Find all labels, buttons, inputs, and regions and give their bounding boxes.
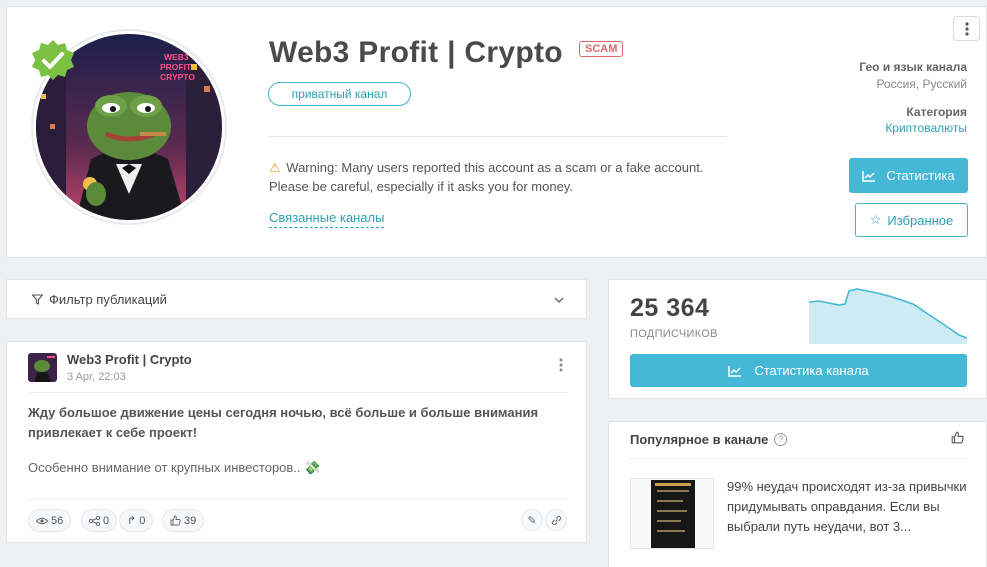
kebab-icon bbox=[964, 22, 969, 36]
forwards-counter[interactable]: ↱ 0 bbox=[119, 509, 154, 532]
category-label: Категория bbox=[906, 105, 967, 119]
post-author[interactable]: Web3 Profit | Crypto bbox=[67, 352, 192, 367]
post-options-button[interactable] bbox=[559, 358, 563, 372]
shares-count: 0 bbox=[103, 514, 110, 527]
favorite-button-label: Избранное bbox=[887, 212, 954, 228]
forward-icon: ↱ bbox=[127, 515, 137, 527]
pencil-icon: ✎ bbox=[527, 514, 537, 527]
warning-line-2: Please be careful, especially if it asks… bbox=[269, 179, 573, 194]
channel-title: Web3 Profit | Crypto bbox=[269, 36, 563, 69]
related-channels-link[interactable]: Связанные каналы bbox=[269, 210, 385, 228]
filter-label: Фильтр публикаций bbox=[49, 292, 167, 307]
share-icon bbox=[89, 515, 100, 526]
views-counter[interactable]: 56 bbox=[28, 509, 72, 532]
post-card: Web3 Profit | Crypto 3 Apr, 22:03 Жду бо… bbox=[6, 341, 587, 543]
divider bbox=[268, 136, 727, 137]
post-text-secondary: Особенно внимание от крупных инвесторов.… bbox=[28, 460, 321, 475]
copy-link-button[interactable] bbox=[545, 509, 567, 531]
more-options-button[interactable] bbox=[953, 16, 980, 41]
private-channel-badge: приватный канал bbox=[268, 82, 411, 106]
avatar-text-crypto: CRYPTO bbox=[160, 72, 195, 82]
publication-filter[interactable]: Фильтр публикаций bbox=[6, 279, 587, 319]
avatar-text-profit: PROFIT bbox=[160, 62, 192, 72]
chart-icon bbox=[862, 170, 876, 182]
popular-in-channel-card: Популярное в канале ? 99% неудач происхо… bbox=[608, 421, 987, 567]
subscriber-sparkline bbox=[809, 288, 967, 344]
popular-title-row: Популярное в канале ? bbox=[630, 432, 788, 447]
reactions-counter[interactable]: 39 bbox=[162, 509, 205, 532]
thumbs-up-icon bbox=[170, 515, 181, 526]
verified-badge-icon bbox=[29, 38, 77, 86]
popular-title: Популярное в канале bbox=[630, 432, 769, 447]
edit-button[interactable]: ✎ bbox=[521, 509, 543, 531]
divider bbox=[630, 458, 967, 459]
channel-header-card: WEB3 PROFIT CRYPTO Web3 Profit | Crypto … bbox=[6, 6, 987, 258]
chart-icon bbox=[728, 365, 742, 377]
link-icon bbox=[551, 515, 561, 525]
views-count: 56 bbox=[51, 514, 64, 527]
star-icon: ☆ bbox=[869, 212, 882, 227]
category-link[interactable]: Криптовалюты bbox=[885, 121, 967, 135]
divider bbox=[28, 392, 568, 393]
kebab-icon bbox=[559, 358, 563, 372]
statistics-button[interactable]: Статистика bbox=[849, 158, 968, 193]
divider bbox=[28, 499, 568, 500]
help-icon[interactable]: ? bbox=[774, 433, 788, 446]
shares-counter[interactable]: 0 bbox=[81, 509, 118, 532]
avatar-text-web3: WEB3 bbox=[164, 52, 189, 62]
channel-statistics-button[interactable]: Статистика канала bbox=[630, 354, 967, 387]
post-text: Жду большое движение цены сегодня ночью,… bbox=[28, 405, 539, 440]
warning-icon: ⚠ bbox=[269, 160, 281, 175]
geo-language-label: Гео и язык канала bbox=[859, 60, 967, 74]
subscribers-card: 25 364 ПОДПИСЧИКОВ Статистика канала bbox=[608, 279, 987, 399]
post-author-avatar bbox=[28, 353, 57, 382]
subscriber-count: 25 364 bbox=[630, 294, 710, 322]
chevron-down-icon bbox=[554, 292, 564, 306]
popular-post-thumbnail[interactable] bbox=[630, 478, 714, 549]
channel-statistics-label: Статистика канала bbox=[754, 363, 869, 378]
filter-icon bbox=[32, 294, 43, 305]
scam-badge: SCAM bbox=[579, 41, 624, 57]
eye-icon bbox=[36, 517, 48, 524]
popular-post-text[interactable]: 99% неудач происходят из-за привычки при… bbox=[727, 477, 972, 537]
reactions-count: 39 bbox=[184, 514, 197, 527]
forwards-count: 0 bbox=[139, 514, 146, 527]
post-date: 3 Apr, 22:03 bbox=[67, 371, 126, 383]
thumbs-up-icon[interactable] bbox=[951, 431, 964, 447]
subscriber-label: ПОДПИСЧИКОВ bbox=[630, 328, 718, 340]
favorite-button[interactable]: ☆ Избранное bbox=[855, 203, 968, 237]
thumbnail-image bbox=[651, 480, 695, 548]
geo-language-value: Россия, Русский bbox=[876, 77, 967, 91]
statistics-button-label: Статистика bbox=[886, 168, 955, 183]
warning-line-1: Warning: Many users reported this accoun… bbox=[286, 160, 704, 175]
scam-warning: ⚠ Warning: Many users reported this acco… bbox=[269, 158, 729, 196]
